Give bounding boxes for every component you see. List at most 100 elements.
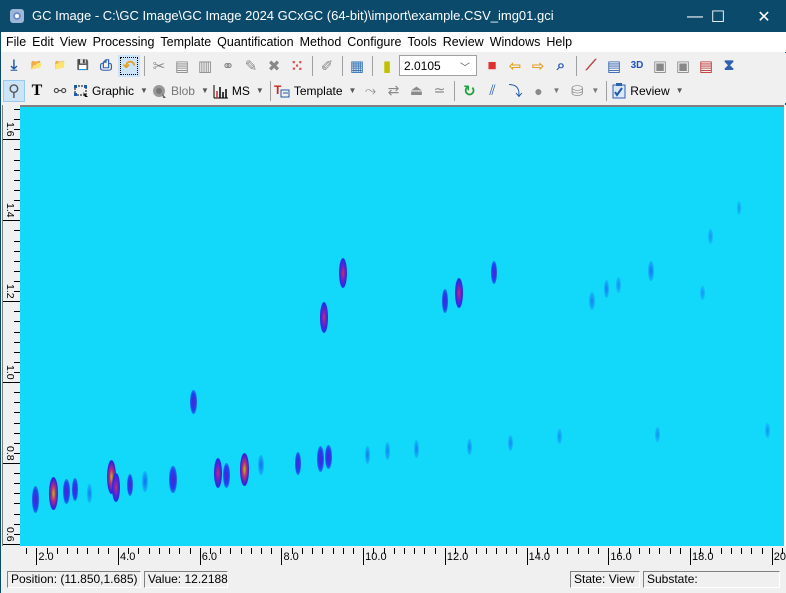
chromatogram-peak: [320, 302, 329, 333]
template-dropdown[interactable]: T Template ▼: [274, 80, 357, 102]
colormap-button[interactable]: ▮: [376, 55, 398, 77]
y-axis-label: 1.4: [4, 203, 16, 218]
cut-button[interactable]: ✂: [148, 55, 170, 77]
baseline-button[interactable]: ⤵: [504, 80, 526, 102]
zoom-level-select[interactable]: 2.0105 ﹀: [399, 55, 477, 76]
review-label: Review: [630, 83, 670, 98]
table-numbers-button[interactable]: ▤: [603, 55, 625, 77]
x-axis-tick: [526, 548, 528, 565]
menu-review[interactable]: Review: [443, 35, 484, 49]
template-fit-button[interactable]: ≃: [428, 80, 450, 102]
report-stack-button[interactable]: ▣: [672, 55, 694, 77]
menu-processing[interactable]: Processing: [93, 35, 155, 49]
x-axis-tick: [271, 548, 273, 554]
arrow-left-button[interactable]: ⇦: [504, 55, 526, 77]
align-button[interactable]: ⫽: [481, 80, 503, 102]
undo-button[interactable]: ↶: [118, 54, 140, 77]
ms-dropdown[interactable]: MS ▼: [212, 80, 264, 102]
close-button[interactable]: ✕: [741, 1, 786, 32]
dropdown-arrow-icon[interactable]: ▼: [591, 86, 599, 95]
x-axis-tick: [363, 548, 365, 565]
open-folder-button[interactable]: 📂: [26, 55, 48, 77]
zoom-window-button[interactable]: ⌕: [550, 55, 572, 77]
text-tool-button[interactable]: T: [26, 80, 48, 102]
x-axis-tick: [220, 548, 222, 554]
menu-view[interactable]: View: [60, 35, 87, 49]
compare-button[interactable]: ⧗: [718, 55, 740, 77]
x-axis-tick: [587, 548, 589, 554]
paste-button[interactable]: ▥: [194, 55, 216, 77]
recycle-button[interactable]: ↻: [458, 80, 480, 102]
chromatogram-peak: [112, 473, 120, 502]
x-axis-label: 8.0: [283, 551, 299, 563]
x-axis-tick: [312, 548, 314, 554]
calculator-button[interactable]: ▦: [346, 55, 368, 77]
x-axis-tick: [97, 548, 99, 554]
template-apply-button[interactable]: ⤳: [359, 80, 381, 102]
save-button[interactable]: 💾: [72, 55, 94, 77]
cylinder-button[interactable]: ⛁: [566, 80, 588, 102]
x-axis-tick: [741, 548, 743, 554]
chromatogram-peak: [708, 229, 713, 244]
calculator-icon: ▦: [349, 57, 365, 75]
menu-quantification[interactable]: Quantification: [217, 35, 293, 49]
link-button[interactable]: ⚭: [217, 55, 239, 77]
x-axis-tick: [608, 548, 610, 565]
blob-detect-button[interactable]: ●: [527, 80, 549, 102]
edit-button[interactable]: ✎: [240, 55, 262, 77]
3d-view-button[interactable]: 3D: [626, 55, 648, 77]
menu-edit[interactable]: Edit: [32, 35, 54, 49]
x-axis-label: 2.0: [38, 551, 54, 563]
dropdown-arrow-icon: ▼: [675, 86, 684, 95]
value-readout: Value: 12.2188: [144, 571, 228, 588]
x-axis-label: 4.0: [120, 551, 136, 563]
menu-help[interactable]: Help: [546, 35, 572, 49]
maximize-button[interactable]: ☐: [695, 1, 741, 32]
arrow-right-button[interactable]: ⇨: [527, 55, 549, 77]
y-axis-tick: [3, 220, 20, 222]
stamp-button[interactable]: ⏏: [405, 80, 427, 102]
dropdown-arrow-icon[interactable]: ▼: [552, 86, 560, 95]
chart-line-button[interactable]: ⟋: [580, 55, 602, 77]
zoom-tool-button[interactable]: ⚲: [3, 79, 25, 102]
template-move-button[interactable]: ⇄: [382, 80, 404, 102]
app-window: GC Image - C:\GC Image\GC Image 2024 GCx…: [0, 0, 786, 593]
delete-all-button[interactable]: ⁙: [286, 55, 308, 77]
menu-template[interactable]: Template: [160, 35, 211, 49]
print-button[interactable]: ⎙: [95, 55, 117, 77]
gcxgc-image-plot[interactable]: [20, 105, 784, 546]
y-axis-label: 1.2: [4, 284, 16, 299]
menu-tools[interactable]: Tools: [408, 35, 437, 49]
cylinder-icon: ⛁: [571, 82, 584, 100]
paste-icon: ▥: [197, 57, 213, 75]
blob-dropdown[interactable]: Blob ▼: [151, 80, 209, 102]
open-recent-button[interactable]: 📁: [49, 55, 71, 77]
stop-button[interactable]: ■: [481, 55, 503, 77]
x-axis-tick: [230, 548, 232, 554]
x-axis-tick: [179, 548, 181, 554]
template-table-button[interactable]: ▤: [695, 55, 717, 77]
menu-file[interactable]: File: [6, 35, 26, 49]
review-dropdown[interactable]: Review ▼: [610, 80, 684, 102]
menu-configure[interactable]: Configure: [347, 35, 401, 49]
menu-windows[interactable]: Windows: [490, 35, 541, 49]
x-axis-tick: [342, 548, 344, 554]
import-button[interactable]: ⤓: [3, 55, 25, 77]
select-tool-button[interactable]: ⚯: [49, 80, 71, 102]
chromatogram-peak: [648, 261, 655, 281]
report-button[interactable]: ▣: [649, 55, 671, 77]
open-folder-icon: 📂: [30, 60, 44, 71]
x-axis-tick: [424, 548, 426, 554]
arrow-right-icon: ⇨: [531, 57, 545, 75]
delete-button[interactable]: ✖: [263, 55, 285, 77]
x-axis-tick: [261, 548, 263, 554]
y-axis-tick: [3, 382, 20, 384]
copy-button[interactable]: ▤: [171, 55, 193, 77]
title-bar: GC Image - C:\GC Image\GC Image 2024 GCx…: [1, 1, 786, 32]
undo-icon: ↶: [122, 57, 136, 75]
x-axis-tick: [36, 548, 38, 565]
clear-button[interactable]: ✐: [316, 55, 338, 77]
menu-method[interactable]: Method: [300, 35, 342, 49]
graphic-dropdown[interactable]: Graphic ▼: [72, 80, 148, 102]
chromatogram-peak: [765, 423, 770, 438]
